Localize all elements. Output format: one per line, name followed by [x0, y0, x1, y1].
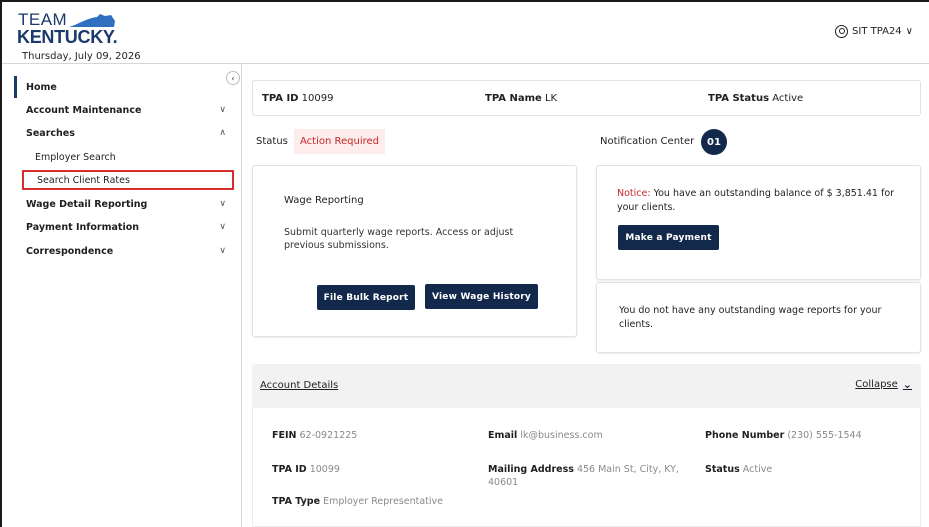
sidebar-item-searches[interactable]: Searches ∧	[14, 122, 236, 144]
tpa-name-value: LK	[544, 93, 558, 104]
sidebar-item-label: Correspondence	[26, 245, 114, 257]
notification-count-badge[interactable]: 01	[701, 129, 727, 155]
user-name: SIT TPA24	[852, 26, 902, 37]
chevron-left-icon: ‹	[231, 73, 235, 83]
tpa-type-value: Employer Representative	[323, 496, 443, 507]
tpa-info-bar: TPA ID 10099 TPA Name LK TPA Status Acti…	[252, 80, 921, 116]
mailing-address-label: Mailing Address	[488, 464, 574, 475]
collapse-toggle[interactable]: Collapse ⌄	[855, 378, 912, 391]
account-tpa-id-label: TPA ID	[272, 464, 307, 475]
notice-message: You have an outstanding balance of $ 3,8…	[617, 188, 895, 213]
tpa-type-label: TPA Type	[272, 496, 321, 507]
current-date: Thursday, July 09, 2026	[22, 51, 141, 62]
tpa-id-label: TPA ID	[262, 93, 299, 104]
chevron-down-icon: ∨	[219, 222, 226, 232]
sidebar-subitem-label: Employer Search	[35, 151, 116, 163]
logo-kentucky-text: KENTUCKY.	[17, 27, 118, 47]
view-wage-history-button[interactable]: View Wage History	[425, 284, 538, 309]
email-label: Email	[488, 430, 518, 441]
wage-reports-notice-card: You do not have any outstanding wage rep…	[596, 282, 921, 353]
wage-reporting-card: Wage Reporting Submit quarterly wage rep…	[252, 165, 577, 337]
sidebar-item-label: Wage Detail Reporting	[26, 198, 148, 210]
account-status-label: Status	[705, 464, 740, 475]
tpa-status-value: Active	[772, 93, 804, 104]
status-badge: Action Required	[294, 129, 385, 154]
tpa-status-field: TPA Status Active	[708, 93, 803, 104]
app-header: TEAM KENTUCKY. Thursday, July 09, 2026 S…	[0, 0, 929, 64]
sidebar-item-account-maintenance[interactable]: Account Maintenance ∨	[14, 99, 236, 121]
phone-value: (230) 555-1544	[787, 430, 862, 441]
account-tpa-id-field: TPA ID 10099	[272, 463, 340, 476]
sidebar-collapse-button[interactable]: ‹	[226, 71, 240, 85]
chevron-down-icon: ∨	[219, 246, 226, 256]
account-details-body: FEIN 62-0921225 Email lk@business.com Ph…	[252, 408, 921, 527]
sidebar-item-label: Searches	[26, 127, 75, 139]
sidebar-item-label: Account Maintenance	[26, 104, 142, 116]
chevron-up-icon: ∧	[219, 128, 226, 138]
file-bulk-report-button[interactable]: File Bulk Report	[317, 285, 415, 310]
phone-label: Phone Number	[705, 430, 785, 441]
collapse-label: Collapse	[855, 379, 898, 390]
chevron-down-icon: ∨	[905, 26, 913, 37]
fein-value: 62-0921225	[299, 430, 358, 441]
user-menu[interactable]: SIT TPA24 ∨	[835, 25, 913, 38]
chevron-down-icon: ∨	[219, 105, 226, 115]
tpa-type-field: TPA Type Employer Representative	[272, 495, 443, 508]
email-value: lk@business.com	[520, 430, 603, 441]
user-account-icon	[835, 25, 849, 38]
email-field: Email lk@business.com	[488, 429, 603, 442]
notification-center-label: Notification Center	[600, 136, 695, 147]
sidebar-item-label: Home	[26, 81, 57, 93]
tpa-name-label: TPA Name	[485, 93, 542, 104]
tpa-id-field: TPA ID 10099	[262, 93, 333, 104]
mailing-address-field: Mailing Address 456 Main St, City, KY, 4…	[488, 463, 688, 489]
account-details-title[interactable]: Account Details	[260, 380, 338, 391]
tpa-id-value: 10099	[301, 93, 334, 104]
sidebar-subitem-label: Search Client Rates	[37, 174, 130, 186]
sidebar-item-wage-detail-reporting[interactable]: Wage Detail Reporting ∨	[14, 193, 236, 215]
phone-field: Phone Number (230) 555-1544	[705, 429, 862, 442]
sidebar-item-payment-information[interactable]: Payment Information ∨	[14, 216, 236, 238]
wage-reporting-title: Wage Reporting	[284, 195, 364, 206]
chevron-down-icon: ⌄	[902, 378, 912, 391]
sidebar-subitem-employer-search[interactable]: Employer Search	[22, 147, 234, 167]
account-status-value: Active	[742, 464, 773, 475]
sidebar-item-correspondence[interactable]: Correspondence ∨	[14, 240, 236, 262]
chevron-down-icon: ∨	[219, 199, 226, 209]
team-kentucky-logo[interactable]: TEAM KENTUCKY.	[17, 10, 137, 50]
tpa-name-field: TPA Name LK	[485, 93, 557, 104]
wage-reporting-description: Submit quarterly wage reports. Access or…	[284, 227, 514, 251]
account-tpa-id-value: 10099	[309, 464, 340, 475]
sidebar-item-label: Payment Information	[26, 221, 140, 233]
status-label: Status	[256, 136, 288, 147]
notice-prefix: Notice:	[617, 188, 651, 199]
balance-notice-text: Notice: You have an outstanding balance …	[617, 187, 907, 215]
fein-field: FEIN 62-0921225	[272, 429, 357, 442]
make-payment-button[interactable]: Make a Payment	[618, 225, 719, 250]
sidebar-subitem-search-client-rates[interactable]: Search Client Rates	[22, 170, 234, 190]
fein-label: FEIN	[272, 430, 297, 441]
tpa-status-label: TPA Status	[708, 93, 770, 104]
account-status-field: Status Active	[705, 463, 772, 476]
sidebar-item-home[interactable]: Home	[14, 76, 236, 98]
account-details-header: Account Details Collapse ⌄	[252, 364, 921, 408]
wage-reports-notice-text: You do not have any outstanding wage rep…	[619, 305, 882, 330]
balance-notice-card: Notice: You have an outstanding balance …	[596, 165, 921, 280]
